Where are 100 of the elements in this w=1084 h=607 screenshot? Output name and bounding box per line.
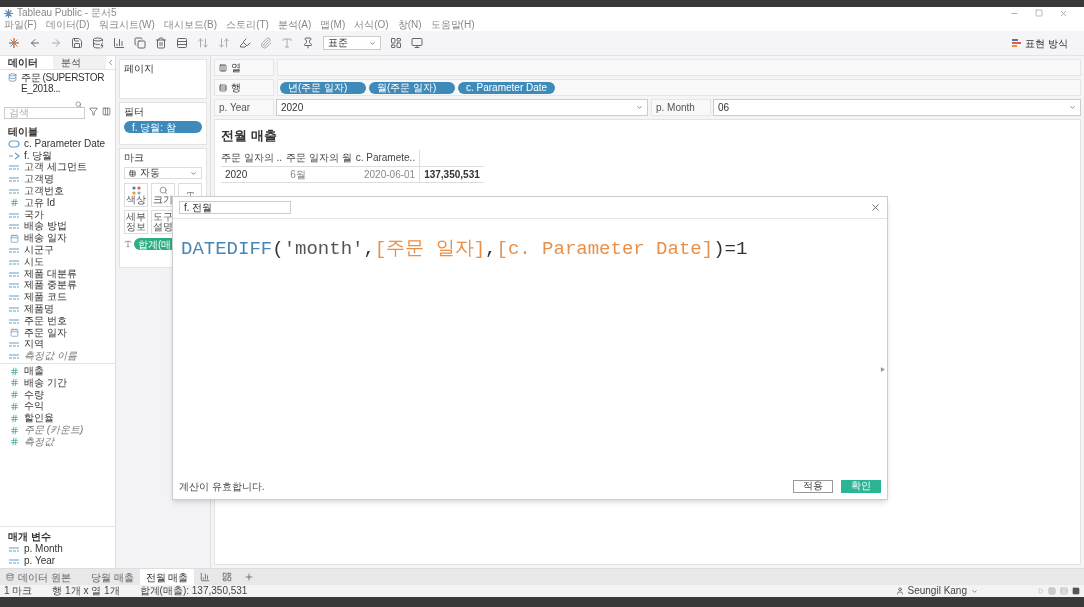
close-icon[interactable] <box>870 202 881 213</box>
back-icon[interactable] <box>29 37 41 49</box>
field-item[interactable]: 제품명 <box>24 304 54 315</box>
menu-item[interactable]: 대시보드(B) <box>163 20 218 30</box>
swap-icon[interactable] <box>176 37 188 49</box>
field-item[interactable]: 배송 방법 <box>24 221 67 232</box>
shelf-drop-area[interactable]: 년(주문 일자) 월(주문 일자) c. Parameter Date <box>277 79 1081 96</box>
sheet-tab[interactable]: 데이터 원본 <box>0 569 77 585</box>
sheet-view-icon[interactable] <box>1072 587 1080 595</box>
field-item[interactable]: 시군구 <box>24 245 54 256</box>
field-item[interactable]: p. Year <box>24 556 56 567</box>
grid-icon[interactable] <box>1048 587 1056 595</box>
fit-dropdown[interactable]: 표준 <box>323 36 381 50</box>
field-item[interactable]: 제품 중분류 <box>24 280 77 291</box>
field-item[interactable]: 수익 <box>24 401 44 412</box>
field-item[interactable]: f. 당월 <box>24 150 53 161</box>
text-label-icon[interactable] <box>281 37 293 49</box>
group-icon[interactable] <box>260 37 272 49</box>
menu-item[interactable]: 파일(F) <box>4 20 37 30</box>
restore-icon[interactable] <box>1035 9 1043 17</box>
save-icon[interactable] <box>71 37 83 49</box>
field-item[interactable]: 제품 대분류 <box>24 268 77 279</box>
field-item[interactable]: 시도 <box>24 256 44 267</box>
field-item[interactable]: 고객번호 <box>24 186 64 197</box>
column-header[interactable]: 주문 일자의 월 <box>286 149 356 167</box>
marks-button[interactable]: 세부 정보 <box>124 210 148 234</box>
parameter-dropdown[interactable]: 06 <box>713 99 1081 116</box>
marks-button[interactable]: 색상 <box>124 183 148 207</box>
menu-item[interactable]: 맵(M) <box>320 20 346 30</box>
field-item[interactable]: 배송 기간 <box>24 377 67 388</box>
field-pill[interactable]: c. Parameter Date <box>458 81 556 94</box>
field-item[interactable]: c. Parameter Date <box>24 138 106 149</box>
field-item[interactable]: 배송 일자 <box>24 233 67 244</box>
show-me-button[interactable]: 표현 방식 <box>1012 35 1076 51</box>
view-options-icon[interactable] <box>102 106 111 116</box>
collapse-icon[interactable] <box>106 58 115 67</box>
menu-item[interactable]: 분석(A) <box>277 20 312 30</box>
field-item[interactable]: p. Month <box>24 544 63 555</box>
text-type-icon <box>8 222 20 231</box>
field-item[interactable]: 고객명 <box>24 174 54 185</box>
new-dashboard-icon[interactable] <box>222 572 233 582</box>
sort-descending-icon[interactable] <box>218 37 230 49</box>
new-sheet-icon[interactable] <box>200 572 211 582</box>
presentation-icon[interactable] <box>411 37 423 49</box>
clear-icon[interactable] <box>155 37 167 49</box>
cards-icon[interactable] <box>390 37 402 49</box>
marks-button[interactable]: 크기 <box>151 183 175 207</box>
column-header[interactable]: c. Paramete.. <box>355 149 420 167</box>
menu-item[interactable]: 도움말(H) <box>430 20 475 30</box>
duplicate-icon[interactable] <box>134 37 146 49</box>
field-item[interactable]: 주문 일자 <box>24 327 67 338</box>
rows-view-icon[interactable] <box>1060 587 1068 595</box>
field-item[interactable]: 제품 코드 <box>24 292 67 303</box>
field-item[interactable]: 고객 세그먼트 <box>24 162 87 173</box>
new-worksheet-icon[interactable] <box>113 37 125 49</box>
mark-type-dropdown[interactable]: 자동 <box>124 167 202 179</box>
highlight-icon[interactable] <box>239 37 251 49</box>
filter-icon[interactable] <box>89 106 98 116</box>
parameter-label: p. Year <box>214 99 274 116</box>
field-pill[interactable]: 년(주문 일자) <box>280 81 366 94</box>
close-icon[interactable] <box>1059 8 1068 18</box>
column-header[interactable]: 주문 일자의 .. <box>221 149 287 167</box>
pin-icon[interactable] <box>302 37 314 49</box>
user-menu[interactable]: Seungil Kang <box>895 586 978 596</box>
field-item[interactable]: 수량 <box>24 389 44 400</box>
data-source-name[interactable]: 주문 (SUPERSTORE_2018... <box>21 72 107 94</box>
field-item[interactable]: 할인율 <box>24 413 54 424</box>
dialog-button[interactable]: 적용 <box>793 479 833 493</box>
search-field[interactable]: 검색 <box>4 106 85 119</box>
menu-item[interactable]: 워크시트(W) <box>98 20 155 30</box>
field-pill[interactable]: 월(주문 일자) <box>369 81 455 94</box>
number-type-icon <box>9 390 19 400</box>
menu-item[interactable]: 서식(O) <box>354 20 389 30</box>
menu-item[interactable]: 창(N) <box>397 20 422 30</box>
forward-icon[interactable] <box>50 37 62 49</box>
text-type-icon <box>8 305 20 314</box>
sheet-tab[interactable]: 전월 매출 <box>139 569 195 585</box>
field-item[interactable]: 주문 번호 <box>24 315 67 326</box>
expand-icon[interactable] <box>880 367 885 372</box>
field-item[interactable]: 지역 <box>24 339 44 350</box>
marks-button[interactable]: 도구 설명 <box>151 210 175 234</box>
field-item[interactable]: 국가 <box>24 209 44 220</box>
new-story-icon[interactable] <box>244 572 255 582</box>
pane-tab[interactable]: 분석 <box>53 56 106 69</box>
field-pill[interactable]: f. 당월: 참 <box>124 121 202 133</box>
menu-item[interactable]: 데이터(D) <box>45 20 90 30</box>
field-item[interactable]: 측정값 <box>24 436 54 447</box>
number-type-icon <box>9 437 19 447</box>
menu-item[interactable]: 스토리(T) <box>226 20 269 30</box>
field-item[interactable]: 고유 Id <box>24 197 56 208</box>
tableau-logo-icon[interactable] <box>8 37 20 49</box>
formula-text[interactable]: DATEDIFF('month',[주문 일자],[c. Parameter Date])=1 <box>181 235 748 264</box>
new-data-source-icon[interactable] <box>92 37 104 49</box>
parameter-dropdown[interactable]: 2020 <box>276 99 648 116</box>
field-item[interactable]: 매출 <box>24 366 44 377</box>
sort-ascending-icon[interactable] <box>197 37 209 49</box>
sheet-tab[interactable]: 당월 매출 <box>84 569 140 585</box>
calculation-name-field[interactable]: f. 전월 <box>179 201 291 214</box>
field-item[interactable]: 주문 (카운트) <box>24 425 84 435</box>
field-item[interactable]: 측정값 이름 <box>24 351 77 362</box>
